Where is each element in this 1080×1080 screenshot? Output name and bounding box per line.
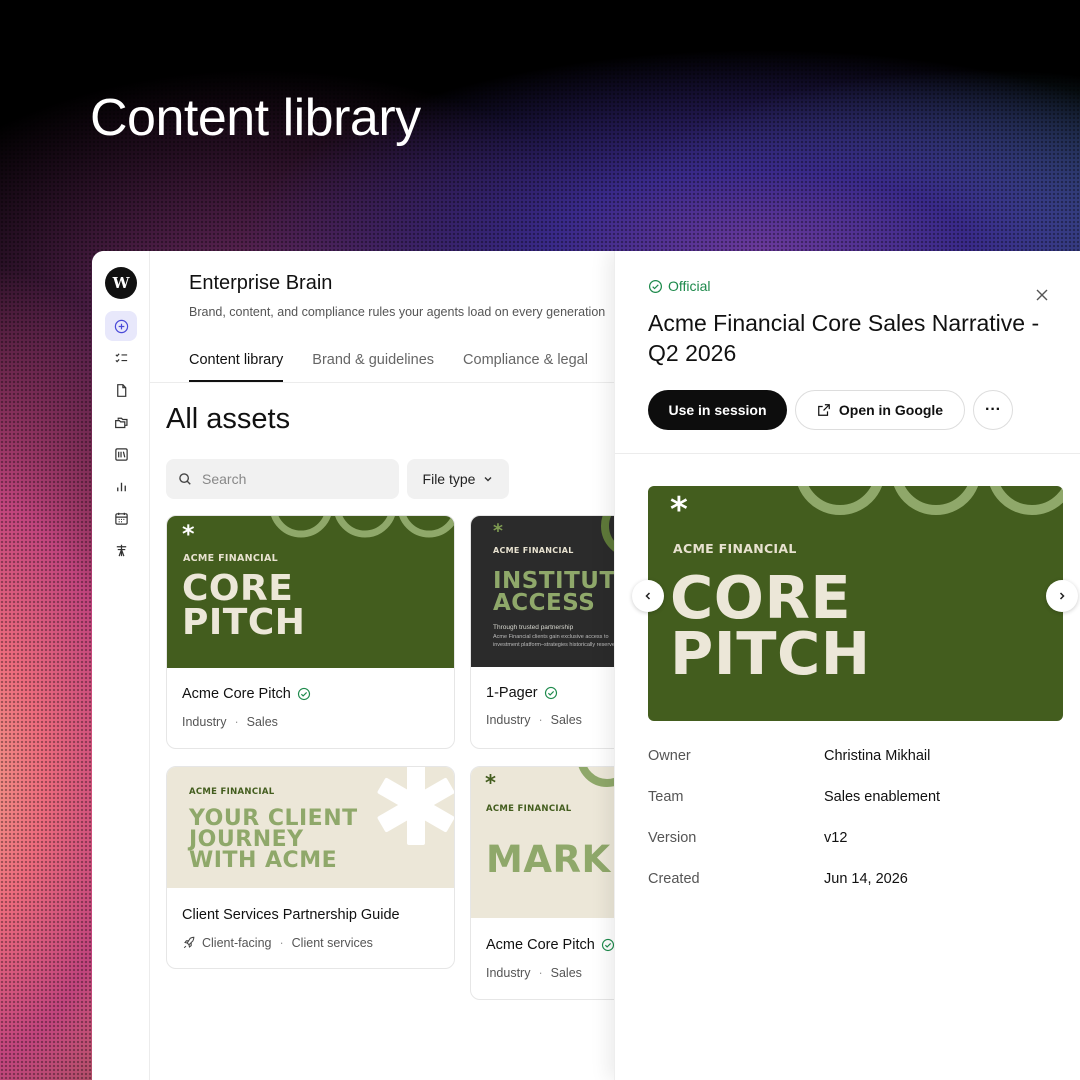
thumbnail-brand: ACME FINANCIAL [486,804,572,814]
preview-headline: CORE PITCH [670,563,871,689]
chevron-left-icon [645,592,651,600]
plus-circle-icon [114,319,128,333]
next-slide-button[interactable] [1046,580,1078,612]
asset-title: Acme Core Pitch [486,937,615,953]
nav-calendar[interactable] [105,503,137,533]
asset-thumbnail: * ACME FINANCIAL MARKET [471,767,620,918]
preview-brand: ACME FINANCIAL [673,541,797,556]
search-input[interactable] [202,471,382,487]
open-in-google-button[interactable]: Open in Google [795,390,965,430]
page-title: Enterprise Brain [189,272,333,294]
asset-preview: * ACME FINANCIAL CORE PITCH [648,486,1063,721]
search-box[interactable] [166,459,399,499]
page-subtitle: Brand, content, and compliance rules you… [189,305,606,319]
calendar-icon [114,512,128,525]
asset-meta: Industry · Sales [486,966,582,980]
thumbnail-caption: Through trusted partnership [493,624,574,631]
thumbnail-brand: ACME FINANCIAL [183,553,278,564]
chevron-down-icon [484,477,492,482]
hero-title: Content library [90,89,421,147]
panel-divider [615,453,1080,454]
nav-tasks[interactable] [105,343,137,373]
nav-folders[interactable] [105,407,137,437]
nav-documents[interactable] [105,375,137,405]
thumbnail-brand: ACME FINANCIAL [493,546,574,555]
checklist-icon [114,352,127,362]
thumbnail-brand: ACME FINANCIAL [189,787,275,797]
document-icon [116,383,126,397]
asset-meta: Industry · Sales [182,715,278,729]
workspace-logo[interactable]: W [105,267,137,299]
thumbnail-body: Acme Financial clients gain exclusive ac… [493,634,619,649]
prev-slide-button[interactable] [632,580,664,612]
asset-title: 1-Pager [486,685,558,701]
folders-icon [114,417,128,428]
asterisk-mark: * [670,490,688,530]
thumbnail-headline: YOUR CLIENT JOURNEY WITH ACME [189,806,358,873]
asterisk-mark: * [493,520,503,542]
close-icon[interactable] [1034,287,1050,303]
verified-check-icon [544,686,557,700]
nav-integrations[interactable] [105,535,137,565]
asterisk-mark: * [485,771,496,795]
asset-thumbnail: * ACME FINANCIAL INSTITUTIONAL ACCESS Th… [471,516,620,667]
main-content: Enterprise Brain Brand, content, and com… [150,251,620,1080]
section-title: All assets [166,403,291,435]
more-options-button[interactable]: ··· [973,390,1013,430]
asset-thumbnail: ACME FINANCIAL YOUR CLIENT JOURNEY WITH … [167,767,454,888]
arc-decoration [797,486,1063,515]
library-icon [114,447,128,461]
verified-check-icon [297,687,310,701]
arc-decoration [578,767,620,787]
tab-bar: Content library Brand & guidelines Complia… [189,351,617,383]
official-badge: Official [648,278,711,294]
file-type-dropdown[interactable]: File type [407,459,509,499]
asset-card[interactable]: ACME FINANCIAL YOUR CLIENT JOURNEY WITH … [166,766,455,969]
asset-title: Acme Core Pitch [182,686,311,702]
search-icon [179,473,191,485]
nav-rail: W [92,251,150,1080]
asset-card[interactable]: * ACME FINANCIAL INSTITUTIONAL ACCESS Th… [470,515,620,749]
asset-card[interactable]: * ACME FINANCIAL MARKET Acme Core Pitch … [470,766,620,1000]
asset-thumbnail: * ACME FINANCIAL CORE PITCH [167,516,454,668]
asset-card[interactable]: * ACME FINANCIAL CORE PITCH Acme Core Pi… [166,515,455,749]
asset-meta: Client-facing · Client services [182,936,373,950]
asterisk-decoration [377,767,454,845]
use-in-session-button[interactable]: Use in session [648,390,787,430]
app-window: W Enterprise Brain Brand, content, and c… [92,251,1080,1080]
thumbnail-headline: MARKET [486,838,620,881]
thumbnail-headline: CORE PITCH [182,568,306,644]
nav-analytics[interactable] [105,471,137,501]
file-type-label: File type [422,471,476,487]
thumbnail-headline: INSTITUTIONAL ACCESS [493,568,620,616]
rocket-icon [183,936,195,949]
asset-title: Acme Financial Core Sales Narrative - Q2… [648,310,1040,366]
verified-check-icon [648,279,663,293]
tower-icon [116,544,126,556]
verified-check-icon [601,938,614,952]
asset-title: Client Services Partnership Guide [182,907,400,923]
arc-decoration [271,516,454,538]
bar-chart-icon [116,482,126,491]
tab-compliance-legal[interactable]: Compliance & legal [463,352,588,380]
asset-meta: Industry · Sales [486,713,582,727]
tab-brand-guidelines[interactable]: Brand & guidelines [312,352,434,380]
tab-content-library[interactable]: Content library [189,352,284,382]
new-session-button[interactable] [105,311,137,341]
nav-library[interactable] [105,439,137,469]
external-link-icon [818,404,830,416]
asterisk-mark: * [182,520,195,548]
chevron-right-icon [1059,592,1065,600]
tabs-divider [150,382,620,383]
asset-detail-panel: Official Acme Financial Core Sales Narra… [614,251,1080,1080]
